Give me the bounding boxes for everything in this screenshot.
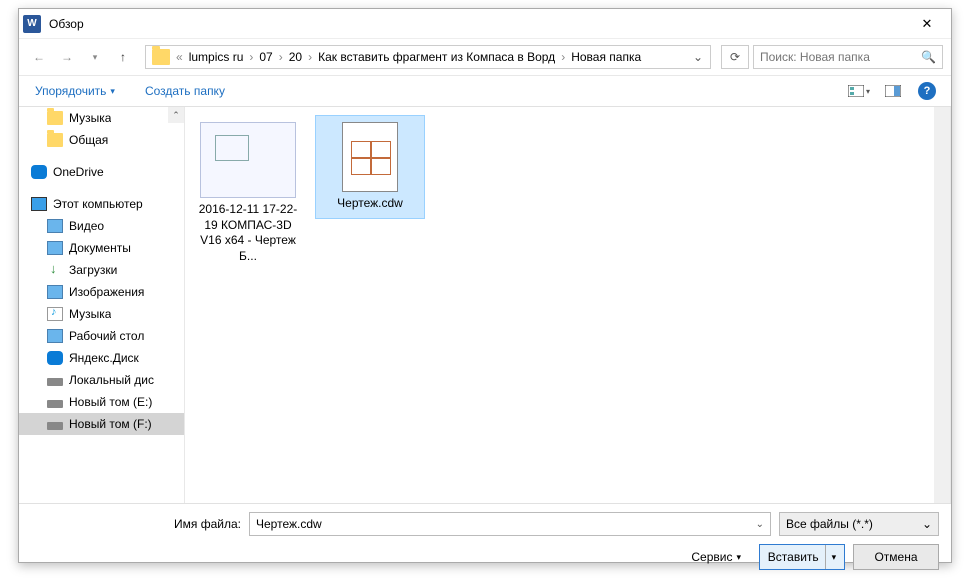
new-folder-button[interactable]: Создать папку bbox=[139, 80, 231, 102]
tree-item-label: Загрузки bbox=[69, 263, 117, 277]
tree-item-icon bbox=[31, 197, 47, 211]
tree-item-label: Музыка bbox=[69, 307, 111, 321]
file-list[interactable]: 2016-12-11 17-22-19 КОМПАС-3D V16 x64 - … bbox=[185, 107, 951, 503]
tree-item-label: Музыка bbox=[69, 111, 111, 125]
filename-input[interactable]: Чертеж.cdw ⌄ bbox=[249, 512, 771, 536]
tree-item-icon bbox=[47, 241, 63, 255]
tree-item-icon bbox=[47, 133, 63, 147]
tree-item-icon bbox=[47, 285, 63, 299]
search-icon[interactable]: 🔍 bbox=[921, 50, 936, 64]
tree-item-label: Видео bbox=[69, 219, 104, 233]
refresh-button[interactable]: ⟳ bbox=[721, 45, 749, 69]
tree-item[interactable]: Этот компьютер bbox=[19, 193, 184, 215]
tree-item-icon bbox=[47, 351, 63, 365]
tree-item[interactable]: Видео bbox=[19, 215, 184, 237]
crumb[interactable]: Новая папка bbox=[567, 50, 645, 64]
file-name: Чертеж.cdw bbox=[318, 196, 422, 212]
up-button[interactable]: ↑ bbox=[111, 45, 135, 69]
tree-item[interactable]: Локальный дис bbox=[19, 369, 184, 391]
view-options-button[interactable]: ▾ bbox=[845, 79, 873, 103]
tree-item-icon bbox=[47, 307, 63, 321]
file-thumbnail bbox=[200, 122, 296, 198]
chevron-down-icon[interactable]: ⌄ bbox=[756, 519, 764, 530]
files-scrollbar[interactable] bbox=[934, 107, 950, 503]
tree-item[interactable]: Новый том (F:) bbox=[19, 413, 184, 435]
tree-item[interactable]: Загрузки bbox=[19, 259, 184, 281]
crumb[interactable]: lumpics ru bbox=[185, 50, 248, 64]
back-button[interactable]: ← bbox=[27, 45, 51, 69]
file-item[interactable]: Чертеж.cdw bbox=[315, 115, 425, 219]
footer: Имя файла: Чертеж.cdw ⌄ Все файлы (*.*) … bbox=[19, 503, 951, 580]
preview-pane-icon bbox=[885, 85, 901, 97]
open-split-dropdown[interactable]: ▾ bbox=[825, 545, 837, 569]
tree-item-icon bbox=[47, 111, 63, 125]
tree-item-label: Этот компьютер bbox=[53, 197, 143, 211]
help-button[interactable]: ? bbox=[913, 79, 941, 103]
nav-bar: ← → ▾ ↑ « lumpics ru› 07› 20› Как встави… bbox=[19, 39, 951, 75]
forward-button[interactable]: → bbox=[55, 45, 79, 69]
help-icon: ? bbox=[918, 82, 936, 100]
tree-item[interactable]: Музыка bbox=[19, 107, 184, 129]
open-button[interactable]: Вставить▾ bbox=[759, 544, 845, 570]
tree-item[interactable]: Общая bbox=[19, 129, 184, 151]
tree-item[interactable]: OneDrive bbox=[19, 161, 184, 183]
crumb[interactable]: Как вставить фрагмент из Компаса в Ворд bbox=[314, 50, 559, 64]
folder-icon bbox=[152, 49, 170, 65]
toolbar: Упорядочить▾ Создать папку ▾ ? bbox=[19, 75, 951, 107]
tree-item-label: Локальный дис bbox=[69, 373, 154, 387]
tree-item-label: Документы bbox=[69, 241, 131, 255]
tree-item[interactable]: Документы bbox=[19, 237, 184, 259]
organize-menu[interactable]: Упорядочить▾ bbox=[29, 80, 121, 102]
preview-pane-button[interactable] bbox=[879, 79, 907, 103]
file-item[interactable]: 2016-12-11 17-22-19 КОМПАС-3D V16 x64 - … bbox=[193, 115, 303, 271]
tree-item[interactable]: Изображения bbox=[19, 281, 184, 303]
search-input[interactable] bbox=[760, 50, 921, 64]
tree-item-label: Изображения bbox=[69, 285, 144, 299]
tree-item-icon bbox=[47, 378, 63, 386]
tree-item-icon bbox=[47, 263, 63, 277]
tools-menu[interactable]: Сервис▾ bbox=[691, 550, 741, 564]
address-history-dropdown[interactable]: ⌄ bbox=[688, 50, 708, 64]
crumb[interactable]: 20 bbox=[285, 50, 306, 64]
nav-tree[interactable]: ⌃ Музыка Общая OneDrive Этот компьютер Видео… bbox=[19, 107, 185, 503]
tree-item-label: Рабочий стол bbox=[69, 329, 144, 343]
address-bar[interactable]: « lumpics ru› 07› 20› Как вставить фрагм… bbox=[145, 45, 711, 69]
tree-item[interactable]: Новый том (E:) bbox=[19, 391, 184, 413]
tree-item-label: OneDrive bbox=[53, 165, 104, 179]
tree-item-label: Яндекс.Диск bbox=[69, 351, 139, 365]
body: ⌃ Музыка Общая OneDrive Этот компьютер Видео… bbox=[19, 107, 951, 503]
recent-dropdown[interactable]: ▾ bbox=[83, 45, 107, 69]
view-icon bbox=[848, 85, 864, 97]
window-title: Обзор bbox=[49, 17, 907, 31]
tree-scroll-up[interactable]: ⌃ bbox=[168, 107, 184, 123]
filename-label: Имя файла: bbox=[31, 517, 249, 531]
cancel-button[interactable]: Отмена bbox=[853, 544, 939, 570]
tree-item-icon bbox=[47, 400, 63, 408]
file-open-dialog: W Обзор ✕ ← → ▾ ↑ « lumpics ru› 07› 20› … bbox=[18, 8, 952, 563]
tree-item-icon bbox=[31, 165, 47, 179]
search-box[interactable]: 🔍 bbox=[753, 45, 943, 69]
tree-item-label: Общая bbox=[69, 133, 108, 147]
tree-item[interactable]: Музыка bbox=[19, 303, 184, 325]
tree-item-label: Новый том (F:) bbox=[69, 417, 152, 431]
tree-item-icon bbox=[47, 329, 63, 343]
chevron-down-icon[interactable]: ⌄ bbox=[922, 517, 932, 531]
tree-item[interactable]: Рабочий стол bbox=[19, 325, 184, 347]
file-type-filter[interactable]: Все файлы (*.*) ⌄ bbox=[779, 512, 939, 536]
breadcrumb-prefix: « bbox=[174, 50, 185, 64]
tree-item[interactable]: Яндекс.Диск bbox=[19, 347, 184, 369]
titlebar: W Обзор ✕ bbox=[19, 9, 951, 39]
tree-item-label: Новый том (E:) bbox=[69, 395, 152, 409]
file-name: 2016-12-11 17-22-19 КОМПАС-3D V16 x64 - … bbox=[196, 202, 300, 264]
close-button[interactable]: ✕ bbox=[907, 10, 947, 38]
tree-item-icon bbox=[47, 422, 63, 430]
word-app-icon: W bbox=[23, 15, 41, 33]
tree-item-icon bbox=[47, 219, 63, 233]
file-type-icon bbox=[342, 122, 398, 192]
crumb[interactable]: 07 bbox=[255, 50, 276, 64]
